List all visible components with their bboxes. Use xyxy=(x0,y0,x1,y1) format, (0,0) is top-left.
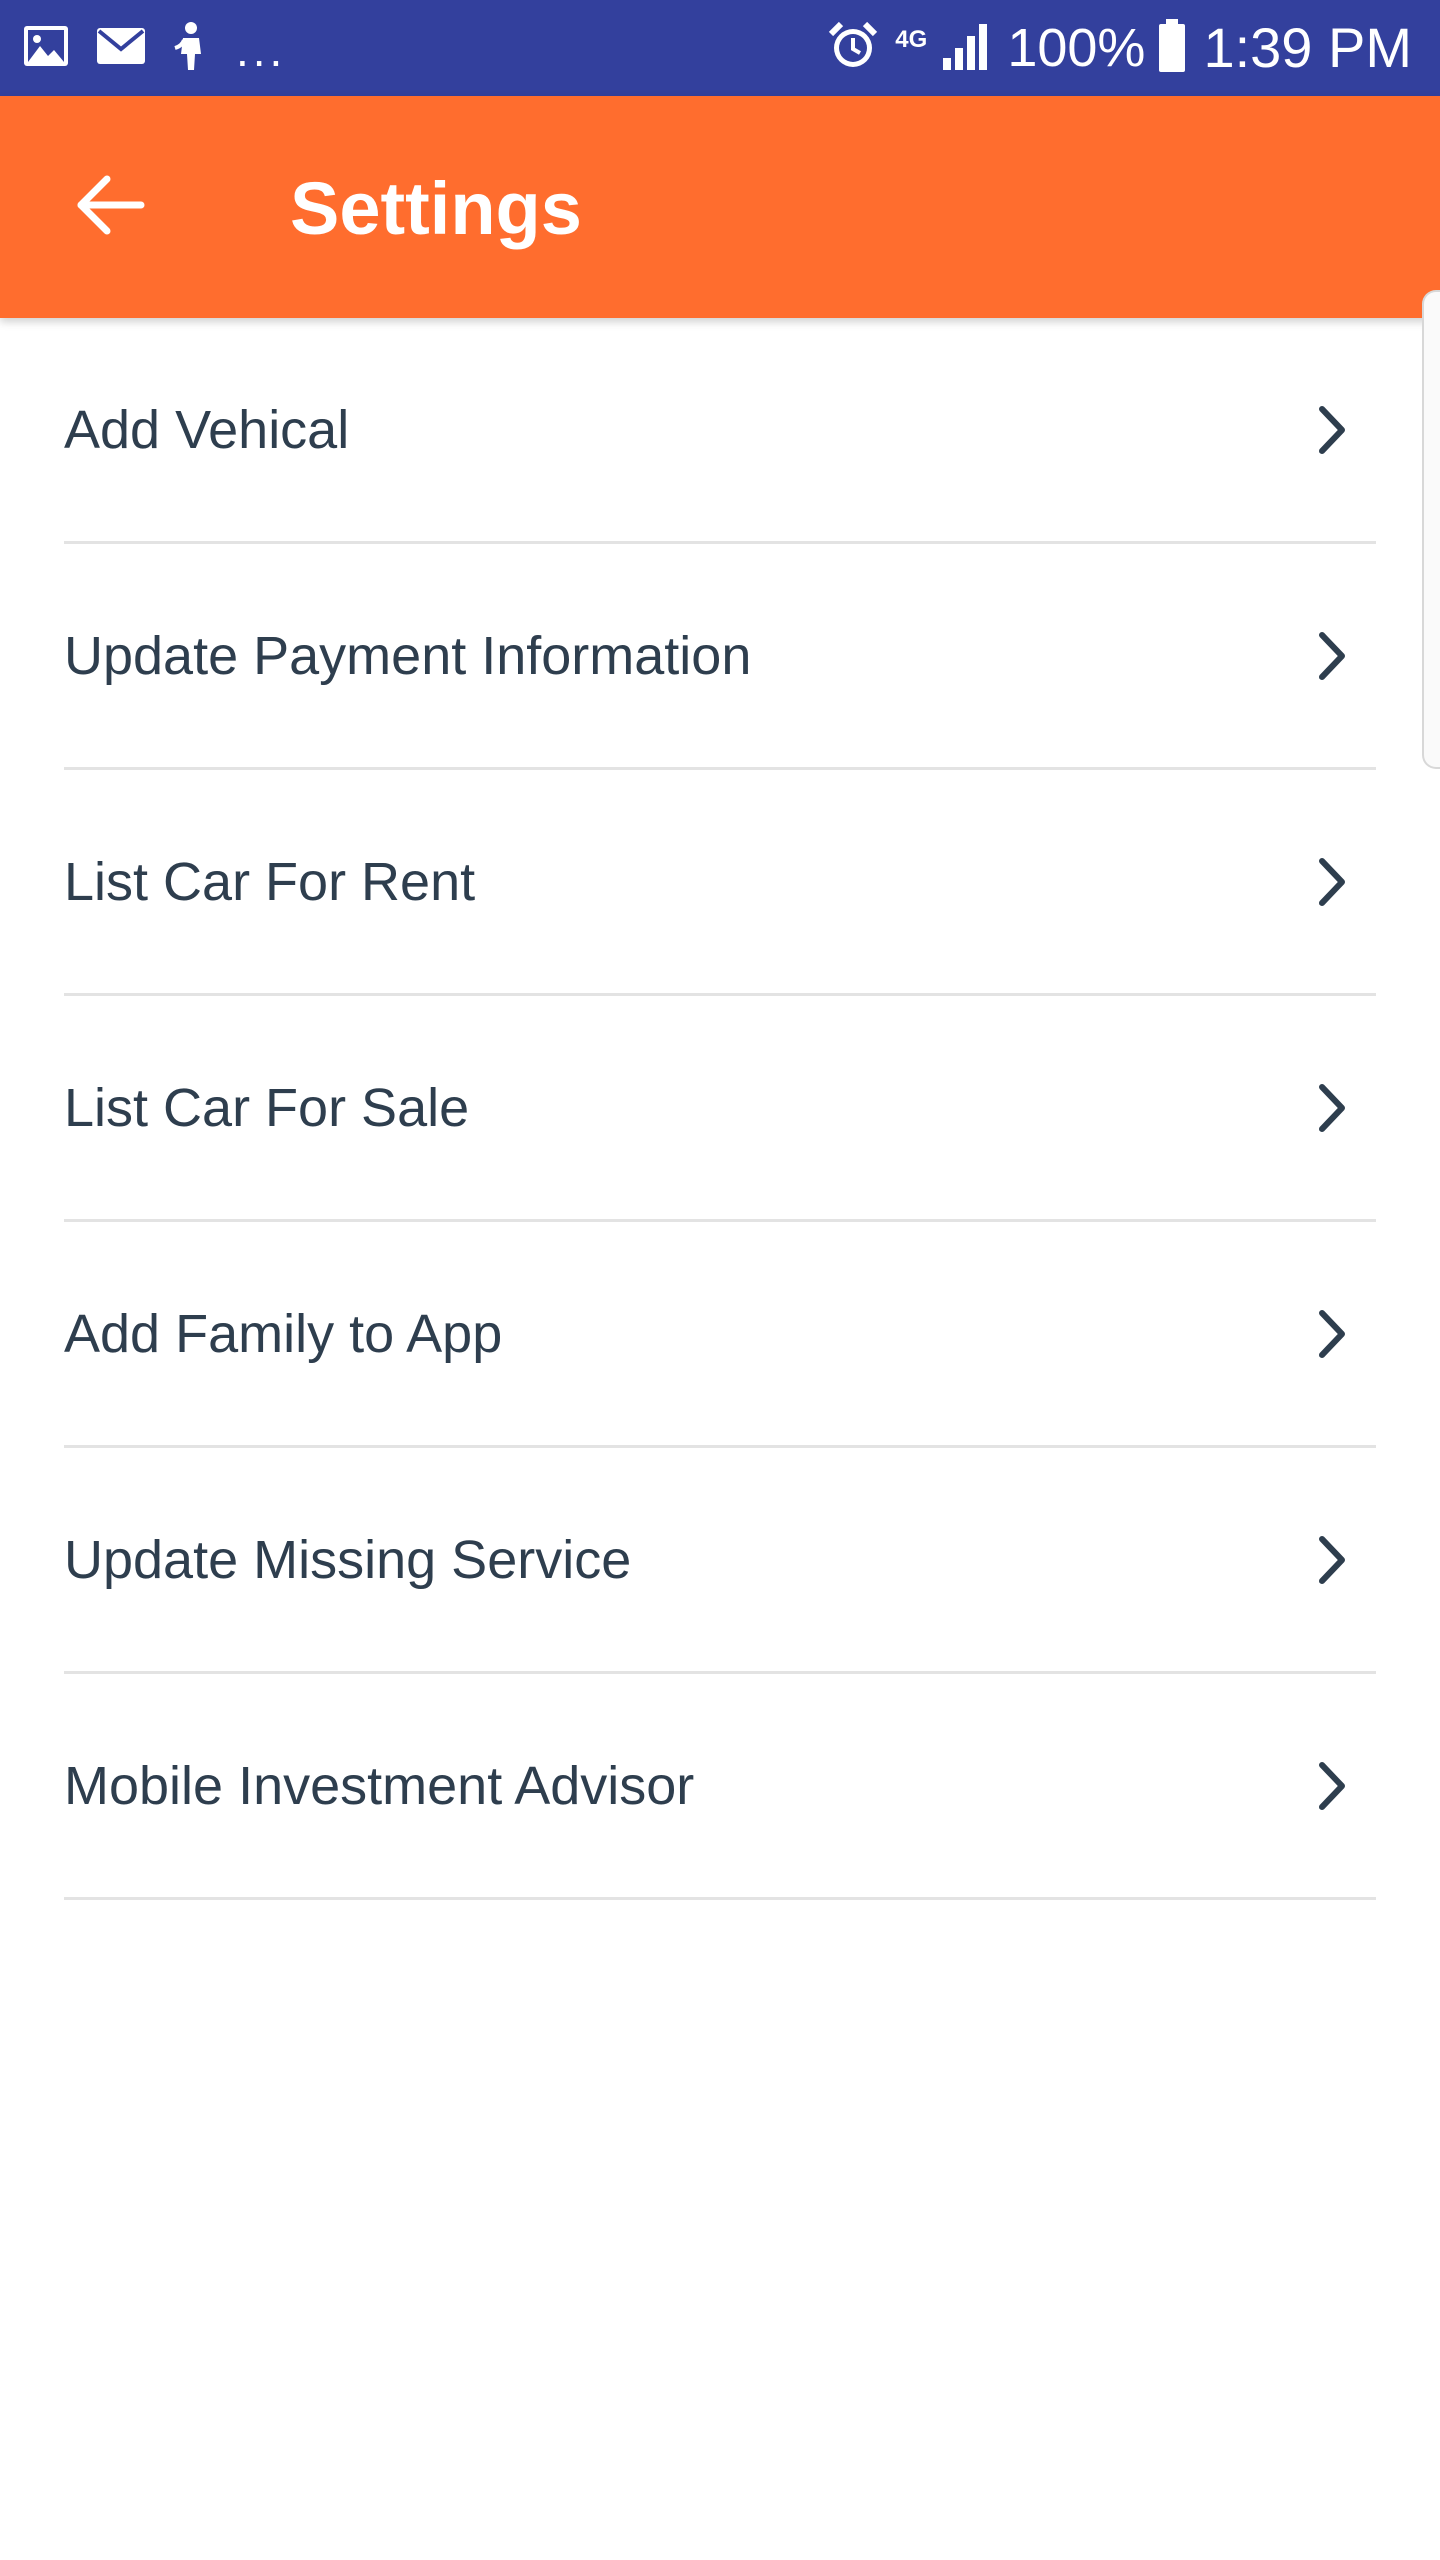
page-title: Settings xyxy=(290,167,582,250)
back-button[interactable] xyxy=(60,162,160,252)
network-type: 4G xyxy=(895,26,928,53)
settings-list: Add Vehical Update Payment Information L… xyxy=(64,318,1376,1900)
battery-icon xyxy=(1157,18,1187,78)
settings-item-label: Add Family to App xyxy=(64,1303,503,1364)
settings-item-list-car-for-sale[interactable]: List Car For Sale xyxy=(64,996,1376,1222)
alarm-icon xyxy=(827,20,879,77)
status-time: 1:39 PM xyxy=(1203,16,1412,79)
more-notifications: ... xyxy=(236,24,287,76)
app-bar: Settings xyxy=(0,96,1440,318)
settings-item-label: List Car For Sale xyxy=(64,1077,470,1138)
chevron-right-icon xyxy=(1312,626,1352,686)
settings-item-label: Update Missing Service xyxy=(64,1529,632,1590)
chevron-right-icon xyxy=(1312,1304,1352,1364)
chevron-right-icon xyxy=(1312,400,1352,460)
settings-item-label: Mobile Investment Advisor xyxy=(64,1755,695,1816)
mail-icon xyxy=(96,27,146,70)
settings-item-label: List Car For Rent xyxy=(64,851,476,912)
settings-item-label: Add Vehical xyxy=(64,399,350,460)
image-icon xyxy=(22,24,70,73)
settings-item-label: Update Payment Information xyxy=(64,625,752,686)
chevron-right-icon xyxy=(1312,1530,1352,1590)
settings-item-mobile-investment-advisor[interactable]: Mobile Investment Advisor xyxy=(64,1674,1376,1900)
chevron-right-icon xyxy=(1312,1078,1352,1138)
arrow-left-icon xyxy=(75,173,145,242)
status-bar-system: 4G 100% 1:39 PM xyxy=(827,0,1412,96)
signal-icon xyxy=(941,22,991,75)
battery-percent: 100% xyxy=(1007,18,1146,78)
scroll-indicator[interactable] xyxy=(1422,290,1440,769)
chevron-right-icon xyxy=(1312,1756,1352,1816)
settings-item-list-car-for-rent[interactable]: List Car For Rent xyxy=(64,770,1376,996)
settings-item-update-missing-service[interactable]: Update Missing Service xyxy=(64,1448,1376,1674)
settings-item-add-family-to-app[interactable]: Add Family to App xyxy=(64,1222,1376,1448)
status-bar: ... 4G 100% 1:39 PM xyxy=(0,0,1440,96)
chevron-right-icon xyxy=(1312,852,1352,912)
settings-item-update-payment-information[interactable]: Update Payment Information xyxy=(64,544,1376,770)
person-icon xyxy=(172,20,210,77)
settings-item-add-vehical[interactable]: Add Vehical xyxy=(64,318,1376,544)
status-bar-notifications: ... xyxy=(22,18,286,78)
